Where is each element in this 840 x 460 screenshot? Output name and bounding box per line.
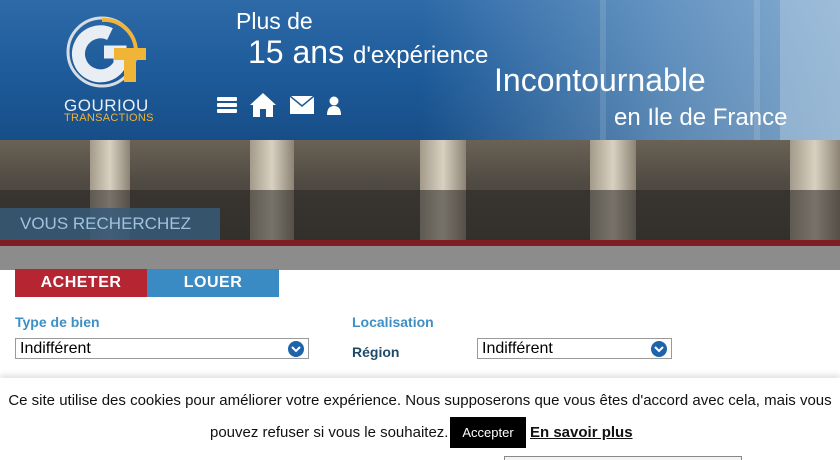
mail-icon[interactable] — [290, 92, 314, 118]
user-icon[interactable] — [325, 92, 343, 118]
property-type-select[interactable]: Indifférent — [15, 338, 309, 359]
search-heading-tab: VOUS RECHERCHEZ — [0, 208, 220, 240]
region-select[interactable]: Indifférent — [477, 338, 672, 359]
site-header: GOURIOU TRANSACTIONS Plus de 15 ans d'ex… — [0, 0, 840, 140]
menu-icon[interactable] — [216, 92, 238, 118]
tab-acheter[interactable]: ACHETER — [15, 269, 147, 297]
tagline-line2: 15 ans d'expérience — [248, 34, 488, 71]
region-label: Région — [352, 344, 400, 360]
property-type-value: Indifférent — [20, 339, 91, 357]
tagline-years: 15 ans — [248, 34, 345, 70]
cookie-learn-more-link[interactable]: En savoir plus — [530, 424, 633, 441]
hidden-select-peek — [504, 456, 742, 460]
cookie-message-line1: Ce site utilise des cookies pour amélior… — [8, 392, 832, 409]
location-label: Localisation — [352, 314, 434, 330]
tagline-line3: Incontournable — [494, 62, 706, 98]
tagline-experience: d'expérience — [352, 42, 489, 69]
brand-subtitle: TRANSACTIONS — [64, 112, 154, 124]
accept-cookies-button[interactable]: Accepter — [450, 417, 526, 448]
property-type-label: Type de bien — [15, 314, 100, 330]
tagline-line4: en Ile de France — [614, 104, 788, 131]
chevron-down-icon — [651, 341, 667, 357]
cookie-message-line2: pouvez refuser si vous le souhaitez. — [210, 424, 449, 441]
header-wall-decoration — [780, 0, 840, 140]
cookie-consent-bar: Ce site utilise des cookies pour amélior… — [0, 378, 840, 460]
hero-banner: VOUS RECHERCHEZ — [0, 140, 840, 248]
tab-louer[interactable]: LOUER — [147, 269, 279, 297]
home-icon[interactable] — [248, 92, 278, 118]
chevron-down-icon — [288, 341, 304, 357]
banner-grey-strip — [0, 246, 840, 270]
region-value: Indifférent — [482, 339, 553, 357]
tagline-line1: Plus de — [236, 8, 313, 34]
